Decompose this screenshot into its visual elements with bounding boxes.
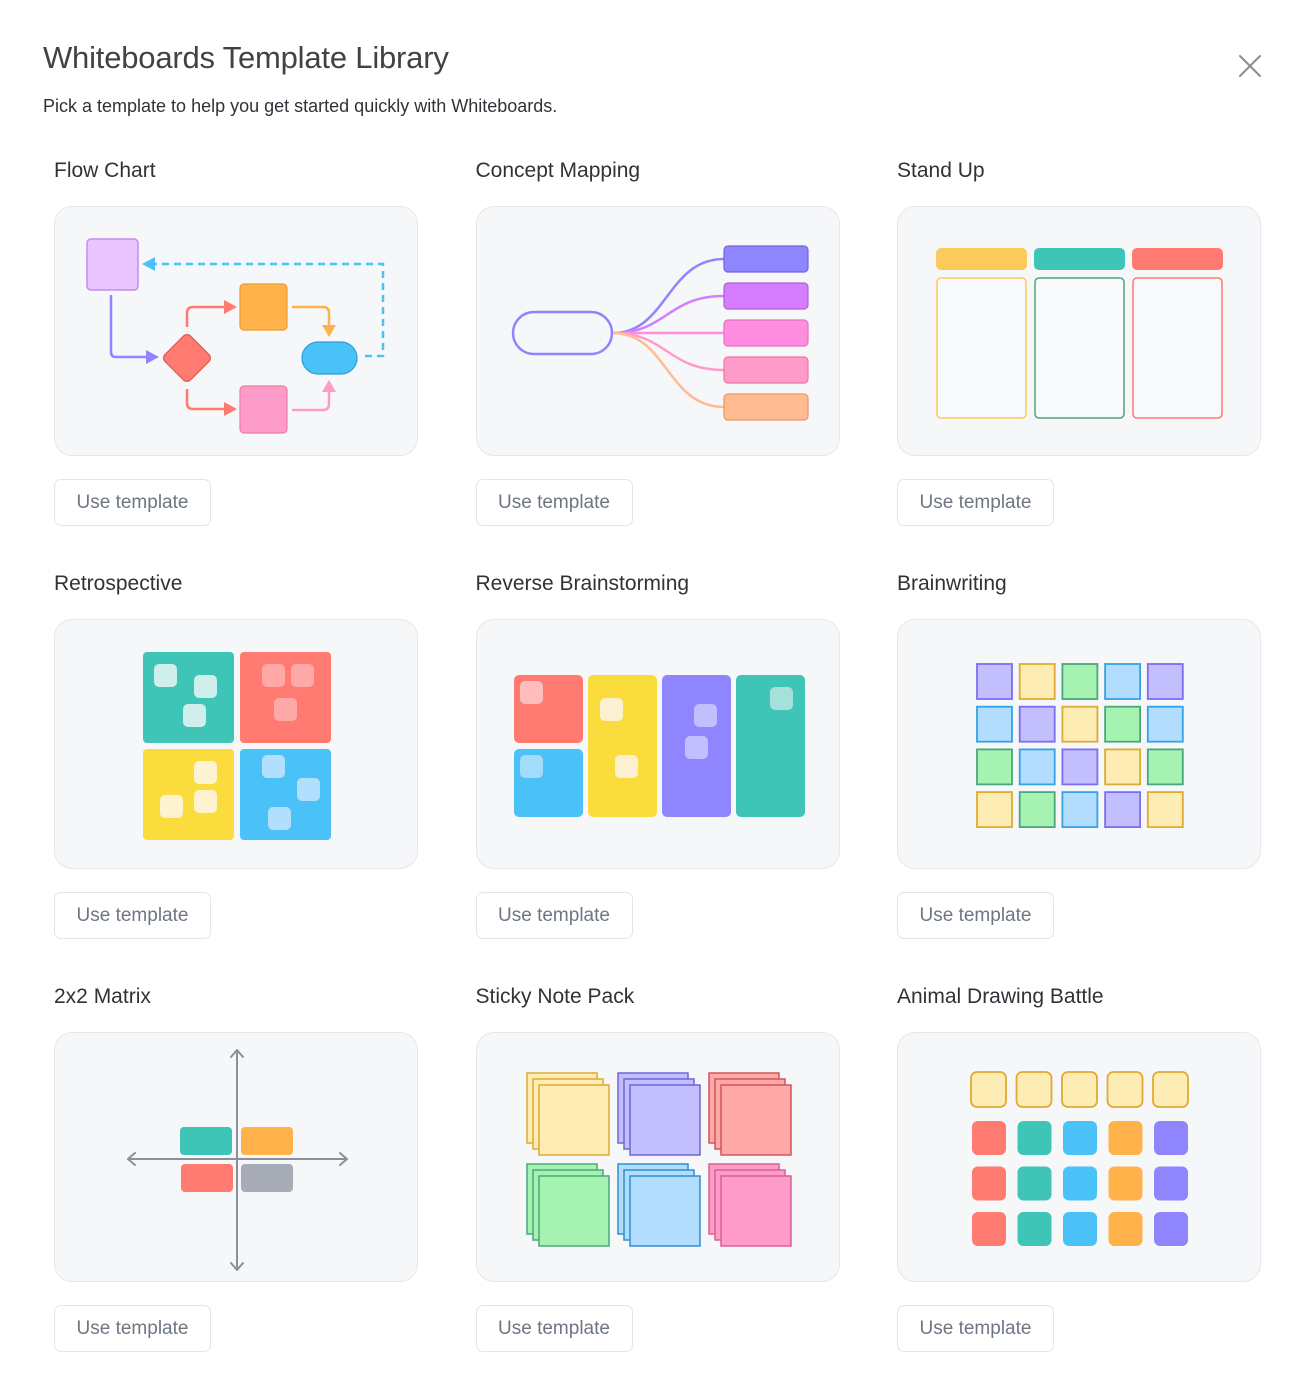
flow-chart-preview-icon [86, 238, 385, 434]
template-card-concept-mapping: Concept Mapping Use template [475, 155, 840, 568]
preview-shape [1061, 705, 1099, 743]
close-icon [1239, 55, 1261, 77]
preview-shape [1104, 748, 1142, 786]
template-title: Stand Up [897, 159, 985, 182]
preview-shape [1061, 748, 1099, 786]
preview-shape [972, 1212, 1006, 1246]
template-card-sticky-note-pack: Sticky Note Pack Use template [475, 981, 840, 1394]
use-template-button[interactable]: Use template [897, 479, 1054, 526]
template-preview[interactable] [897, 1032, 1261, 1282]
template-preview[interactable] [54, 206, 418, 456]
use-template-button[interactable]: Use template [54, 479, 211, 526]
template-title: Brainwriting [897, 572, 1007, 595]
preview-shape [976, 663, 1013, 700]
preview-shape [972, 1121, 1006, 1155]
template-preview[interactable] [54, 1032, 418, 1282]
template-preview[interactable] [897, 206, 1261, 456]
preview-shape [970, 1071, 1007, 1108]
preview-shape [628, 1175, 701, 1247]
preview-shape [1146, 705, 1184, 743]
sticky-note-pack-preview-icon [525, 1072, 792, 1247]
preview-shape [1061, 791, 1099, 829]
brainwriting-preview-icon [976, 663, 1184, 829]
template-preview[interactable] [475, 206, 840, 456]
preview-shape [1108, 1166, 1143, 1201]
preview-shape [976, 791, 1013, 829]
use-template-button[interactable]: Use template [54, 892, 211, 939]
preview-shape [1017, 1212, 1052, 1246]
use-template-button[interactable]: Use template [475, 1305, 633, 1352]
preview-shape [972, 1166, 1006, 1201]
template-preview[interactable] [475, 619, 840, 869]
preview-shape [1108, 1121, 1143, 1155]
template-grid: Flow Chart Use template Concept Mapping … [54, 155, 1261, 1394]
retrospective-preview-icon [143, 652, 331, 840]
preview-shape [1018, 748, 1056, 786]
use-template-button[interactable]: Use template [475, 892, 633, 939]
preview-shape [1063, 1121, 1097, 1155]
preview-shape [1154, 1121, 1188, 1155]
preview-shape [1104, 705, 1142, 743]
preview-shape [1106, 1071, 1144, 1108]
matrix-preview-icon [127, 1049, 348, 1271]
template-title: Reverse Brainstorming [475, 572, 690, 595]
template-preview[interactable] [54, 619, 418, 869]
template-card-flow-chart: Flow Chart Use template [54, 155, 418, 568]
template-title: Retrospective [54, 572, 183, 595]
template-card-2x2-matrix: 2x2 Matrix Use template [54, 981, 418, 1394]
preview-shape [628, 1084, 701, 1156]
preview-shape [719, 1175, 792, 1247]
preview-shape [1018, 791, 1056, 829]
use-template-button[interactable]: Use template [897, 1305, 1054, 1352]
preview-shape [976, 748, 1013, 786]
template-preview[interactable] [897, 619, 1261, 869]
concept-map-preview-icon [511, 245, 809, 421]
preview-shape [1146, 663, 1184, 700]
preview-shape [1018, 663, 1056, 700]
preview-shape [1015, 1071, 1053, 1108]
template-card-reverse-brainstorming: Reverse Brainstorming Use template [475, 568, 840, 981]
preview-shape [1017, 1166, 1052, 1201]
template-preview[interactable] [475, 1032, 840, 1282]
preview-shape [1063, 1212, 1097, 1246]
preview-shape [719, 1084, 792, 1156]
preview-shape [1017, 1121, 1052, 1155]
dialog-subtitle: Pick a template to help you get started … [43, 96, 558, 116]
preview-shape [1152, 1071, 1189, 1108]
use-template-button[interactable]: Use template [475, 479, 633, 526]
dialog-title: Whiteboards Template Library [43, 40, 449, 75]
template-title: Concept Mapping [475, 159, 641, 182]
preview-shape [1104, 663, 1142, 700]
preview-shape [1063, 1166, 1097, 1201]
preview-shape [1154, 1212, 1188, 1246]
template-card-retrospective: Retrospective Use template [54, 568, 418, 981]
use-template-button[interactable]: Use template [897, 892, 1054, 939]
preview-shape [537, 1175, 610, 1247]
preview-shape [1108, 1212, 1143, 1246]
preview-shape [1146, 748, 1184, 786]
template-title: Animal Drawing Battle [897, 985, 1104, 1008]
preview-shape [537, 1084, 610, 1156]
close-button[interactable] [1230, 46, 1270, 86]
preview-shape [1146, 791, 1184, 829]
reverse-brainstorming-preview-icon [513, 675, 805, 817]
template-card-brainwriting: Brainwriting Use template [897, 568, 1261, 981]
preview-shape [976, 705, 1013, 743]
preview-shape [1061, 663, 1099, 700]
animal-drawing-battle-preview-icon [970, 1071, 1189, 1246]
preview-shape [1104, 791, 1142, 829]
template-card-animal-drawing-battle: Animal Drawing Battle Use template [897, 981, 1261, 1394]
stand-up-preview-icon [936, 248, 1223, 419]
template-title: 2x2 Matrix [54, 985, 151, 1008]
use-template-button[interactable]: Use template [54, 1305, 211, 1352]
preview-shape [1154, 1166, 1188, 1201]
template-title: Flow Chart [54, 159, 156, 182]
preview-shape [1018, 705, 1056, 743]
template-library-dialog: Whiteboards Template Library Pick a temp… [0, 0, 1315, 1400]
template-card-stand-up: Stand Up Use template [897, 155, 1261, 568]
template-title: Sticky Note Pack [475, 985, 635, 1008]
preview-shape [1061, 1071, 1098, 1108]
